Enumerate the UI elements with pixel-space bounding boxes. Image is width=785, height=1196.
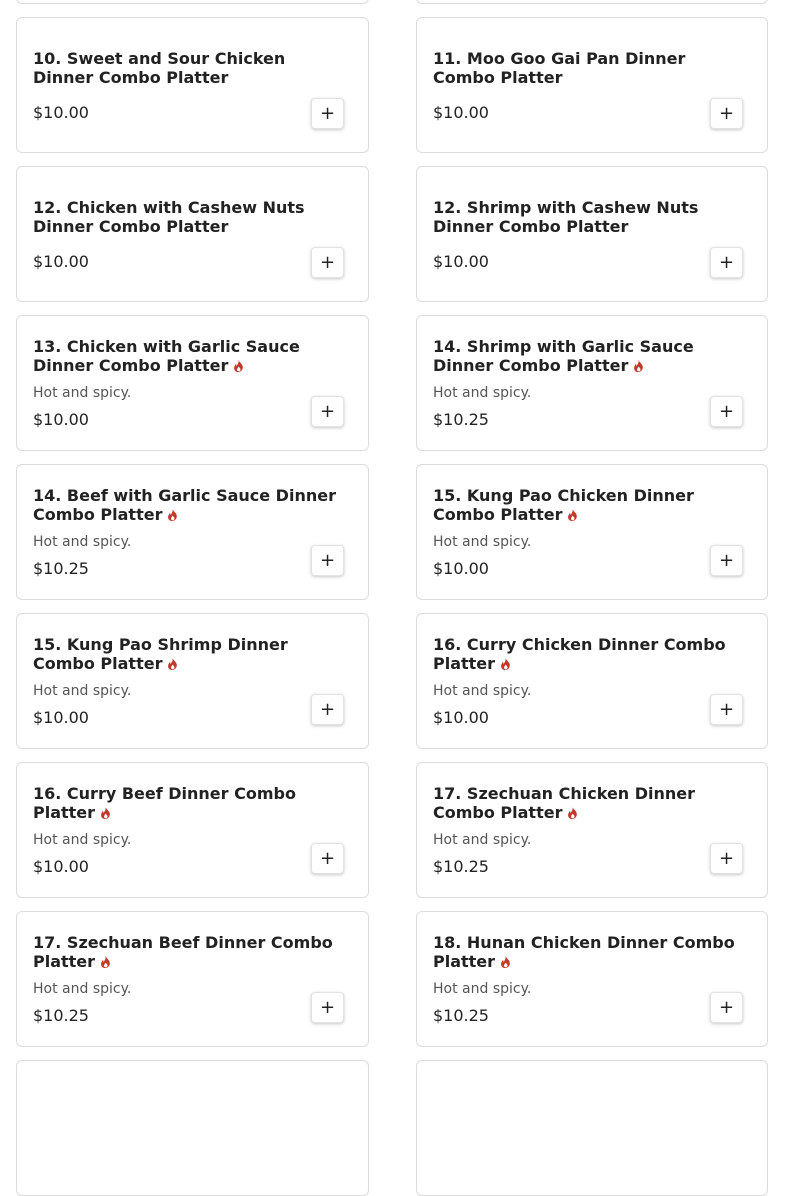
flame-icon (100, 953, 111, 969)
menu-item-price: $10.00 (33, 708, 89, 727)
add-to-cart-button[interactable]: + (710, 98, 743, 129)
menu-item-title-text: 16. Curry Chicken Dinner Combo Platter (433, 635, 726, 673)
menu-item-card[interactable]: 18. Hunan Chicken Dinner Combo Platter Ho… (416, 911, 768, 1047)
menu-item-title-text: 15. Kung Pao Shrimp Dinner Combo Platter (33, 635, 288, 673)
flame-icon (567, 804, 578, 820)
flame-icon (167, 655, 178, 671)
menu-item-title: 14. Shrimp with Garlic Sauce Dinner Comb… (433, 337, 751, 375)
menu-item-title-text: 14. Shrimp with Garlic Sauce Dinner Comb… (433, 337, 694, 375)
menu-item-title: 10. Sweet and Sour Chicken Dinner Combo … (33, 49, 352, 87)
menu-item-card[interactable]: 15. Kung Pao Shrimp Dinner Combo Platter… (16, 613, 369, 749)
menu-item-title-text: 18. Hunan Chicken Dinner Combo Platter (433, 933, 735, 971)
menu-item-card[interactable]: 14. Shrimp with Garlic Sauce Dinner Comb… (416, 315, 768, 451)
menu-item-title-text: 13. Chicken with Garlic Sauce Dinner Com… (33, 337, 300, 375)
menu-item-title: 17. Szechuan Beef Dinner Combo Platter (33, 933, 352, 971)
add-to-cart-button[interactable]: + (311, 396, 344, 427)
menu-item-title: 15. Kung Pao Chicken Dinner Combo Platte… (433, 486, 751, 524)
menu-item-price: $10.00 (33, 857, 89, 876)
menu-item-title-text: 10. Sweet and Sour Chicken Dinner Combo … (33, 48, 286, 87)
menu-item-price: $10.25 (433, 857, 489, 876)
menu-item-title: 17. Szechuan Chicken Dinner Combo Platte… (433, 784, 751, 822)
flame-icon (100, 804, 111, 820)
menu-item-description: Hot and spicy. (433, 683, 532, 699)
menu-item-price: $10.00 (433, 708, 489, 727)
menu-item-price: $10.00 (433, 559, 489, 578)
add-to-cart-button[interactable]: + (710, 396, 743, 427)
menu-item-card[interactable]: 16. Curry Beef Dinner Combo Platter Hot a… (16, 762, 369, 898)
menu-item-title-text: 12. Chicken with Cashew Nuts Dinner Comb… (33, 197, 305, 236)
menu-item-description: Hot and spicy. (33, 683, 132, 699)
menu-item-card[interactable]: 17. Szechuan Beef Dinner Combo Platter Ho… (16, 911, 369, 1047)
menu-item-title-text: 17. Szechuan Beef Dinner Combo Platter (33, 933, 333, 971)
flame-icon (233, 357, 244, 373)
menu-item-card[interactable]: 16. Curry Chicken Dinner Combo Platter Ho… (416, 613, 768, 749)
menu-item-description: Hot and spicy. (433, 385, 532, 401)
flame-icon (167, 506, 178, 522)
menu-item-price: $10.25 (33, 559, 89, 578)
menu-item-card[interactable]: 13. Chicken with Garlic Sauce Dinner Com… (16, 315, 369, 451)
menu-item-price: $10.25 (433, 410, 489, 429)
menu-item-price: $10.00 (433, 102, 489, 122)
add-to-cart-button[interactable]: + (710, 843, 743, 874)
menu-item-price: $10.00 (33, 251, 89, 271)
menu-item-card[interactable]: 12. Shrimp with Cashew Nuts Dinner Combo… (416, 166, 768, 302)
menu-item-title: 16. Curry Beef Dinner Combo Platter (33, 784, 352, 822)
menu-item-title: 16. Curry Chicken Dinner Combo Platter (433, 635, 751, 673)
menu-item-card[interactable]: 11. Moo Goo Gai Pan Dinner Combo Platter… (416, 17, 768, 153)
menu-item-price: $10.00 (433, 251, 489, 271)
flame-icon (500, 953, 511, 969)
menu-item-card[interactable]: 14. Beef with Garlic Sauce Dinner Combo … (16, 464, 369, 600)
flame-icon (633, 357, 644, 373)
menu-item-title: 18. Hunan Chicken Dinner Combo Platter (433, 933, 751, 971)
menu-item-title: 14. Beef with Garlic Sauce Dinner Combo … (33, 486, 352, 524)
menu-item-title-text: 14. Beef with Garlic Sauce Dinner Combo … (33, 486, 336, 524)
menu-item-title: 11. Moo Goo Gai Pan Dinner Combo Platter (433, 49, 751, 87)
menu-item-title-text: 15. Kung Pao Chicken Dinner Combo Platte… (433, 486, 694, 524)
menu-item-title-text: 11. Moo Goo Gai Pan Dinner Combo Platter (433, 48, 686, 87)
menu-item-card[interactable]: 12. Chicken with Cashew Nuts Dinner Comb… (16, 166, 369, 302)
menu-item-title-text: 12. Shrimp with Cashew Nuts Dinner Combo… (433, 197, 699, 236)
add-to-cart-button[interactable]: + (311, 694, 344, 725)
add-to-cart-button[interactable]: + (710, 694, 743, 725)
menu-item-price: $10.25 (433, 1006, 489, 1025)
menu-item-description: Hot and spicy. (33, 534, 132, 550)
menu-item-description: Hot and spicy. (33, 832, 132, 848)
menu-item-price: $10.25 (33, 1006, 89, 1025)
menu-item-card-partial (416, 1060, 768, 1196)
menu-item-title: 15. Kung Pao Shrimp Dinner Combo Platter (33, 635, 352, 673)
menu-item-title-text: 16. Curry Beef Dinner Combo Platter (33, 784, 296, 822)
add-to-cart-button[interactable]: + (710, 992, 743, 1023)
menu-item-price: $10.00 (33, 410, 89, 429)
add-to-cart-button[interactable]: + (311, 247, 344, 278)
add-to-cart-button[interactable]: + (311, 98, 344, 129)
menu-item-card-partial (16, 0, 369, 4)
menu-item-card-partial (416, 0, 768, 4)
menu-item-card[interactable]: 17. Szechuan Chicken Dinner Combo Platte… (416, 762, 768, 898)
menu-grid: 10. Sweet and Sour Chicken Dinner Combo … (16, 0, 768, 1196)
menu-item-title: 12. Chicken with Cashew Nuts Dinner Comb… (33, 198, 352, 236)
flame-icon (500, 655, 511, 671)
menu-item-card-partial (16, 1060, 369, 1196)
menu-item-price: $10.00 (33, 102, 89, 122)
menu-item-card[interactable]: 15. Kung Pao Chicken Dinner Combo Platte… (416, 464, 768, 600)
menu-item-description: Hot and spicy. (33, 981, 132, 997)
add-to-cart-button[interactable]: + (710, 247, 743, 278)
add-to-cart-button[interactable]: + (311, 843, 344, 874)
add-to-cart-button[interactable]: + (710, 545, 743, 576)
menu-item-description: Hot and spicy. (33, 385, 132, 401)
menu-item-description: Hot and spicy. (433, 534, 532, 550)
menu-item-description: Hot and spicy. (433, 981, 532, 997)
menu-item-title: 12. Shrimp with Cashew Nuts Dinner Combo… (433, 198, 751, 236)
flame-icon (567, 506, 578, 522)
menu-item-description: Hot and spicy. (433, 832, 532, 848)
menu-item-title-text: 17. Szechuan Chicken Dinner Combo Platte… (433, 784, 696, 822)
menu-item-card[interactable]: 10. Sweet and Sour Chicken Dinner Combo … (16, 17, 369, 153)
add-to-cart-button[interactable]: + (311, 992, 344, 1023)
menu-item-title: 13. Chicken with Garlic Sauce Dinner Com… (33, 337, 352, 375)
add-to-cart-button[interactable]: + (311, 545, 344, 576)
